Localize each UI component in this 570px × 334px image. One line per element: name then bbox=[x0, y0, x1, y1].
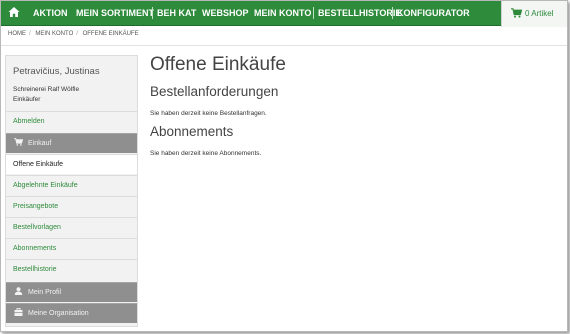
nav-separator bbox=[313, 7, 314, 19]
user-company: Schreinerei Ralf Wölfle Einkäufer bbox=[13, 85, 133, 105]
sidebar-section-einkauf[interactable]: Einkauf bbox=[6, 133, 137, 153]
nav-item-konfigurator[interactable]: KONFIGURATOR bbox=[397, 1, 470, 25]
sidebar-section-label: Meine Organisation bbox=[28, 310, 89, 317]
breadcrumb-divider bbox=[1, 45, 567, 46]
orders-empty-text: Sie haben derzeit keine Bestellanfragen. bbox=[150, 110, 267, 117]
subscriptions-empty-text: Sie haben derzeit keine Abonnements. bbox=[150, 150, 262, 157]
sidebar-section-label: Einkauf bbox=[28, 140, 52, 147]
sidebar-item-offene-einkaeufe[interactable]: Offene Einkäufe bbox=[6, 154, 137, 174]
top-navigation: AKTION MEIN SORTIMENT BEH KAT WEBSHOP ME… bbox=[1, 1, 567, 27]
page-frame: AKTION MEIN SORTIMENT BEH KAT WEBSHOP ME… bbox=[0, 0, 568, 332]
sidebar-section-mein-profil[interactable]: Mein Profil bbox=[6, 282, 137, 302]
nav-item-webshop[interactable]: WEBSHOP bbox=[202, 1, 249, 25]
breadcrumb-mein-konto[interactable]: MEIN KONTO bbox=[35, 31, 73, 37]
nav-item-beh-kat[interactable]: BEH KAT bbox=[157, 1, 196, 25]
company-name: Schreinerei Ralf Wölfle bbox=[13, 86, 80, 93]
account-sidebar: Petravičius, Justinas Schreinerei Ralf W… bbox=[5, 55, 138, 327]
breadcrumb-home[interactable]: HOME bbox=[8, 31, 26, 37]
cart-icon bbox=[14, 138, 23, 146]
cart-button[interactable]: 0 Artikel bbox=[501, 1, 567, 27]
nav-item-aktion[interactable]: AKTION bbox=[33, 1, 68, 25]
orders-heading: Bestellanforderungen bbox=[150, 84, 279, 99]
user-icon bbox=[14, 287, 23, 295]
sidebar-item-bestellvorlagen[interactable]: Bestellvorlagen bbox=[6, 217, 137, 237]
sidebar-item-preisangebote[interactable]: Preisangebote bbox=[6, 196, 137, 216]
breadcrumb: HOME / MEIN KONTO / OFFENE EINKÄUFE bbox=[8, 31, 139, 37]
nav-item-bestellhistorie[interactable]: BESTELLHISTORIE bbox=[318, 1, 401, 25]
subscriptions-heading: Abonnements bbox=[150, 124, 234, 139]
user-name: Petravičius, Justinas bbox=[13, 66, 100, 77]
sidebar-item-abonnements[interactable]: Abonnements bbox=[6, 238, 137, 258]
breadcrumb-current: OFFENE EINKÄUFE bbox=[82, 31, 139, 37]
sidebar-section-label: Mein Profil bbox=[28, 289, 62, 296]
nav-separator bbox=[392, 7, 393, 19]
cart-count: 0 Artikel bbox=[525, 9, 554, 18]
sidebar-item-bestellhistorie[interactable]: Bestellhistorie bbox=[6, 259, 137, 279]
home-icon[interactable] bbox=[8, 6, 20, 18]
nav-item-mein-konto[interactable]: MEIN KONTO bbox=[254, 1, 311, 25]
sidebar-item-abgelehnte-einkaeufe[interactable]: Abgelehnte Einkäufe bbox=[6, 175, 137, 195]
cart-icon bbox=[511, 8, 522, 18]
nav-item-mein-sortiment[interactable]: MEIN SORTIMENT bbox=[76, 1, 154, 25]
nav-separator bbox=[152, 7, 153, 19]
logout-link[interactable]: Abmelden bbox=[6, 111, 137, 131]
sidebar-section-meine-organisation[interactable]: Meine Organisation bbox=[6, 303, 137, 323]
organization-icon bbox=[14, 308, 23, 316]
page-title: Offene Einkäufe bbox=[150, 54, 286, 75]
user-role: Einkäufer bbox=[13, 96, 41, 103]
